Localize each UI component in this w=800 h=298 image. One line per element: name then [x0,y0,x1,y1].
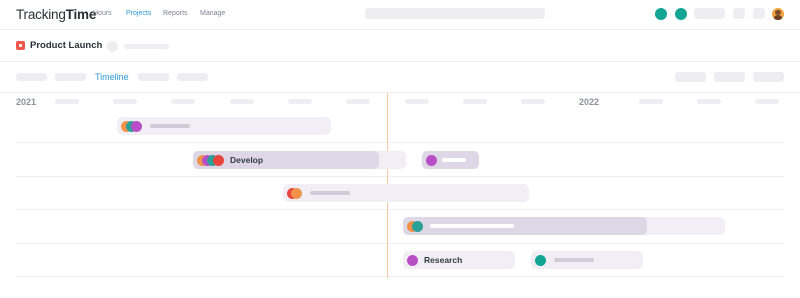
month-label [288,99,312,104]
assignee-avatar [407,254,418,266]
status-indicator[interactable] [675,8,687,20]
tab-timeline[interactable]: Timeline [95,72,129,82]
task-bar[interactable] [422,151,479,169]
task-bar-research[interactable]: Research [403,251,515,269]
tab-reports[interactable] [177,73,208,81]
row-divider [16,243,784,244]
topbar-icon-button[interactable] [753,8,765,19]
month-label [113,99,137,104]
assignee-avatar [213,154,224,166]
task-bar[interactable] [117,117,331,135]
month-label [639,99,663,104]
month-label [230,99,254,104]
month-label [55,99,79,104]
month-label [405,99,429,104]
month-label [697,99,721,104]
task-bar[interactable] [283,184,529,202]
task-name [430,224,514,228]
nav-manage[interactable]: Manage [200,10,225,17]
task-name [150,124,190,128]
toolbar-button[interactable] [714,72,745,82]
month-label [521,99,545,104]
toolbar-button[interactable] [753,72,784,82]
task-bar[interactable] [531,251,643,269]
topbar-icon-button[interactable] [733,8,745,19]
nav-projects[interactable]: Projects [126,10,151,17]
star-icon [16,41,25,50]
assignee-avatar [131,120,142,132]
task-bar[interactable] [403,217,725,235]
month-label [463,99,487,104]
toolbar-button[interactable] [675,72,706,82]
row-divider [16,176,784,177]
month-label [171,99,195,104]
year-label: 2022 [579,97,600,107]
task-bar-develop[interactable]: Develop [193,151,406,169]
app-logo[interactable]: TrackingTime [16,7,96,22]
task-label: Develop [230,155,264,165]
task-name [310,191,350,195]
assignee-avatar [426,154,437,166]
task-name [554,258,594,262]
row-divider [16,142,784,143]
nav-reports[interactable]: Reports [163,10,188,17]
row-divider [16,276,784,277]
timer-indicator[interactable] [655,8,667,20]
assignee-avatar [535,254,546,266]
search-input[interactable] [365,8,545,19]
task-name [442,158,466,162]
month-label [755,99,779,104]
tab-board[interactable] [55,73,86,81]
tab-files[interactable] [138,73,169,81]
month-label [346,99,370,104]
row-divider [16,209,784,210]
year-label: 2021 [16,97,37,107]
user-avatar[interactable] [772,8,784,20]
assignee-avatar [412,220,423,232]
top-navbar: TrackingTime Hours Projects Reports Mana… [0,0,800,30]
project-header: Product Launch [0,30,800,62]
project-status-icon[interactable] [107,41,118,52]
task-label: Research [424,255,463,265]
project-meta [124,44,169,49]
topbar-button[interactable] [694,8,725,19]
tab-list[interactable] [16,73,47,81]
view-tabs: Timeline [0,62,800,93]
nav-hours[interactable]: Hours [93,10,112,17]
assignee-avatar [291,187,302,199]
project-title: Product Launch [30,40,103,51]
